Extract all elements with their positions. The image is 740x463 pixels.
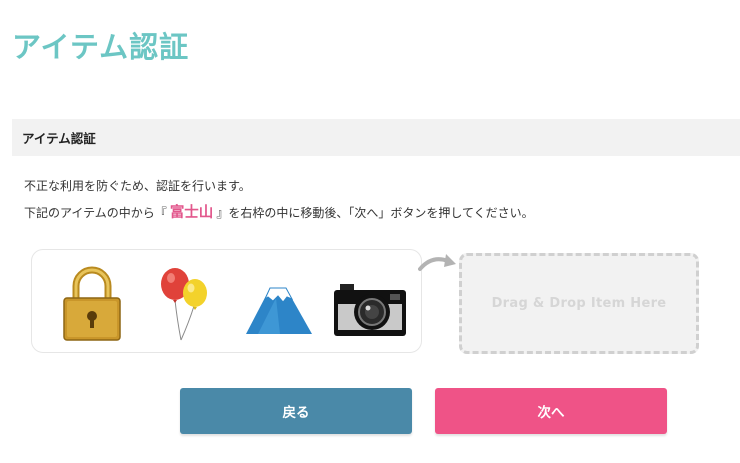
section-header: アイテム認証 [12,119,740,156]
section-title: アイテム認証 [22,131,96,146]
item-mount-fuji[interactable] [240,264,318,342]
instruction-prefix: 下記のアイテムの中から『 [24,206,167,220]
drop-zone-label: Drag & Drop Item Here [491,296,667,311]
mount-fuji-icon [246,287,312,334]
instruction-suffix: 』を右枠の中に移動後、「次へ」ボタンを押してください。 [216,206,534,220]
instruction-line-1: 不正な利用を防ぐため、認証を行います。 [24,179,251,193]
item-balloons[interactable] [147,264,225,342]
balloons-icon [161,268,207,341]
instruction-line-2: 下記のアイテムの中から『 富士山 』を右枠の中に移動後、「次へ」ボタンを押してくださ… [24,201,534,222]
target-item-name: 富士山 [169,205,214,221]
next-button[interactable]: 次へ [435,388,667,434]
back-button[interactable]: 戻る [180,388,412,434]
items-panel [31,249,422,353]
camera-icon [334,284,406,336]
page-title: アイテム認証 [12,30,190,64]
item-camera[interactable] [332,264,410,342]
curved-arrow-icon [418,254,456,271]
drop-zone[interactable]: Drag & Drop Item Here [459,253,699,354]
item-padlock[interactable] [54,264,132,342]
padlock-icon [63,266,121,341]
